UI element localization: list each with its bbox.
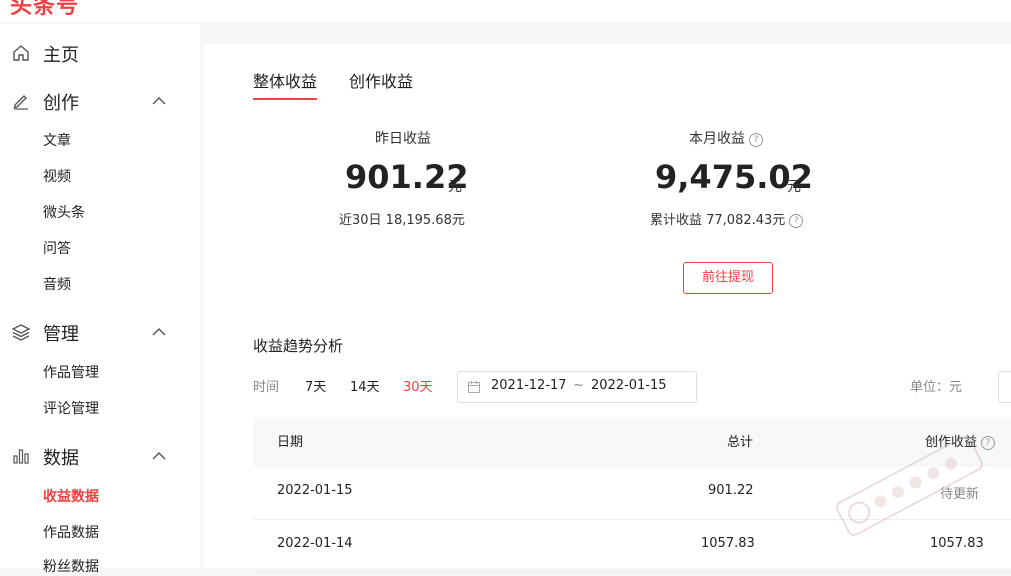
tab-creation-revenue[interactable]: 创作收益 [349, 68, 413, 92]
sidebar-item-home[interactable]: 主页 [0, 35, 200, 71]
calendar-icon [468, 381, 480, 393]
pencil-icon [13, 95, 28, 110]
tab-overall-revenue[interactable]: 整体收益 [253, 68, 317, 92]
main-panel: 整体收益 创作收益 昨日收益 901.22 元 近30日 18,195.68元 … [204, 44, 1011, 573]
sidebar-item-fans-data[interactable]: 粉丝数据 [43, 556, 99, 576]
cell-creation-revenue: 1057.83 [930, 536, 984, 551]
chevron-up-icon[interactable] [151, 324, 167, 340]
range-14-days[interactable]: 14天 [350, 376, 380, 395]
table-row: 2022-01-14 1057.83 1057.83 [253, 520, 1011, 573]
sidebar-section-data[interactable]: 数据 [0, 438, 200, 474]
home-icon [13, 45, 29, 61]
date-range-picker[interactable]: 2021-12-17 ~ 2022-01-15 [457, 371, 697, 403]
sidebar-item-audio[interactable]: 音频 [43, 274, 71, 294]
range-7-days[interactable]: 7天 [305, 376, 326, 395]
sidebar-section-label: 数据 [43, 448, 79, 469]
app-logo[interactable]: 头条号 [10, 0, 79, 20]
column-header-creation-revenue: 创作收益? [925, 431, 996, 450]
yesterday-revenue-unit: 元 [448, 179, 462, 195]
yesterday-revenue-label: 昨日收益 [375, 131, 431, 147]
cell-total: 901.22 [708, 483, 754, 498]
sidebar-item-qa[interactable]: 问答 [43, 238, 71, 258]
sidebar-item-label: 主页 [43, 45, 79, 66]
sidebar-item-works-data[interactable]: 作品数据 [43, 522, 99, 542]
column-header-date: 日期 [277, 435, 304, 450]
date-separator: ~ [573, 378, 584, 393]
cell-total: 1057.83 [701, 536, 755, 551]
cumulative-revenue: 累计收益 77,082.43元? [650, 209, 804, 228]
sidebar-item-comments-manage[interactable]: 评论管理 [43, 398, 99, 418]
last-30-days-revenue: 近30日 18,195.68元 [339, 213, 465, 228]
date-start: 2021-12-17 [491, 378, 567, 393]
sidebar-item-works-manage[interactable]: 作品管理 [43, 362, 99, 382]
month-revenue-label: 本月收益? [689, 128, 763, 148]
sidebar-section-label: 创作 [43, 93, 79, 114]
column-header-total: 总计 [727, 435, 754, 450]
withdraw-button[interactable]: 前往提现 [683, 262, 773, 294]
cell-creation-revenue: 待更新 [940, 487, 980, 502]
sidebar-item-micro-headline[interactable]: 微头条 [43, 202, 85, 222]
sidebar-section-manage[interactable]: 管理 [0, 314, 200, 350]
chevron-up-icon[interactable] [151, 448, 167, 464]
active-tab-indicator [253, 98, 317, 100]
bar-chart-icon [13, 449, 29, 464]
unit-label: 单位：元 [910, 380, 963, 395]
range-30-days[interactable]: 30天 [403, 376, 433, 395]
cell-date: 2022-01-14 [277, 536, 353, 551]
sidebar-item-article[interactable]: 文章 [43, 130, 71, 150]
sidebar: 主页 创作 文章 视频 微头条 问答 音频 管理 作品管理 评论管理 数据 收益… [0, 24, 200, 575]
date-end: 2022-01-15 [591, 378, 667, 393]
sidebar-section-label: 管理 [43, 324, 79, 345]
help-icon[interactable]: ? [789, 214, 804, 228]
help-icon[interactable]: ? [981, 436, 996, 450]
month-revenue-unit: 元 [787, 179, 801, 195]
unit-select[interactable] [998, 371, 1011, 403]
trend-analysis-title: 收益趋势分析 [253, 337, 344, 355]
time-label: 时间 [253, 380, 280, 395]
cell-date: 2022-01-15 [277, 483, 353, 498]
table-row: 2022-01-15 901.22 待更新 [253, 467, 1011, 520]
sidebar-item-video[interactable]: 视频 [43, 166, 71, 186]
sidebar-item-revenue-data[interactable]: 收益数据 [43, 486, 99, 506]
top-bar: 头条号 [0, 0, 1011, 22]
chevron-up-icon[interactable] [151, 93, 167, 109]
sidebar-section-create[interactable]: 创作 [0, 83, 200, 119]
table-header: 日期 总计 创作收益? [253, 417, 1011, 467]
help-icon[interactable]: ? [749, 133, 763, 147]
layers-icon [12, 324, 30, 341]
